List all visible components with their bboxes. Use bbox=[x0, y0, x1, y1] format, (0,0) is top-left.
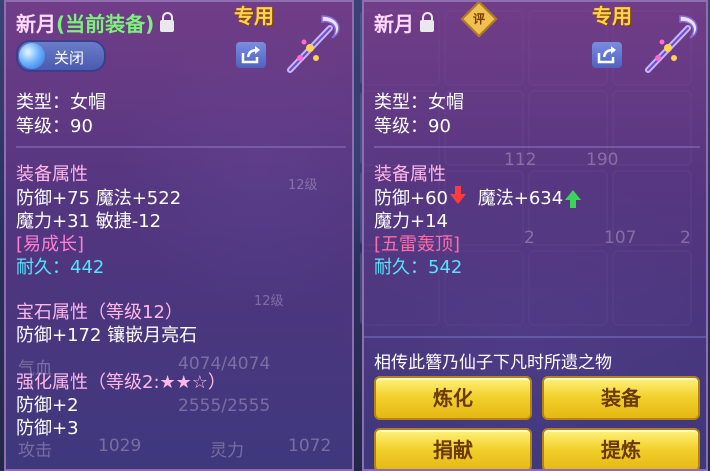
equipped-state: (当前装备) bbox=[56, 12, 155, 36]
share-button[interactable] bbox=[236, 42, 266, 68]
exclusive-label: 专用 bbox=[234, 4, 274, 28]
bg-number: 190 bbox=[586, 150, 619, 170]
refine-button[interactable]: 炼化 bbox=[374, 376, 532, 420]
bg-number: 112 bbox=[504, 150, 537, 170]
display-toggle[interactable]: 关闭 bbox=[16, 40, 106, 72]
share-button[interactable] bbox=[592, 42, 622, 68]
divider bbox=[374, 146, 700, 148]
current-equipment-tooltip: 气血 4074/4074 2555/2555 攻击 1029 灵力 1072 1… bbox=[4, 0, 354, 471]
bg-number: 107 bbox=[604, 228, 637, 248]
bg-spirit-value: 1072 bbox=[288, 436, 332, 456]
eval-badge-icon[interactable]: 评 bbox=[460, 2, 498, 38]
divider bbox=[364, 336, 706, 338]
item-type: 类型：女帽 bbox=[16, 92, 106, 113]
hairpin-icon bbox=[645, 15, 698, 73]
item-level: 等级：90 bbox=[16, 116, 93, 137]
item-description: 相传此簪乃仙子下凡时所遗之物 bbox=[374, 353, 612, 373]
arrow-up-icon bbox=[565, 190, 582, 208]
divider bbox=[16, 146, 346, 148]
extract-button[interactable]: 提炼 bbox=[542, 428, 700, 469]
share-icon bbox=[241, 46, 260, 64]
lock-icon[interactable] bbox=[420, 12, 434, 32]
hairpin-icon bbox=[287, 15, 340, 73]
compare-equipment-tooltip: 112 190 2 107 2 新月 评 专用 类型：女帽 等级：90 装备属性… bbox=[362, 0, 708, 471]
attr-defense: 防御+60 bbox=[374, 188, 448, 209]
exclusive-label: 专用 bbox=[592, 4, 632, 28]
item-type: 类型：女帽 bbox=[374, 92, 464, 113]
enhance-line-2: 防御+3 bbox=[16, 418, 79, 439]
attr-magic: 魔法+634 bbox=[477, 188, 564, 209]
bg-level-box-1: 12级 bbox=[288, 178, 318, 193]
equip-attr-title: 装备属性 bbox=[374, 164, 446, 185]
item-level: 等级：90 bbox=[374, 116, 451, 137]
toggle-knob-icon bbox=[19, 43, 45, 69]
arrow-down-icon bbox=[450, 186, 466, 204]
bg-level-box-2: 12级 bbox=[254, 294, 284, 309]
bg-number: 2 bbox=[680, 228, 691, 248]
item-name: 新月 bbox=[374, 12, 414, 36]
item-name: 新月 bbox=[16, 12, 56, 36]
item-title: 新月(当前装备) bbox=[16, 8, 175, 37]
durability: 耐久：542 bbox=[374, 257, 463, 278]
eval-badge-label: 评 bbox=[472, 12, 485, 26]
donate-button[interactable]: 捐献 bbox=[374, 428, 532, 469]
bg-mp-value: 2555/2555 bbox=[178, 396, 271, 416]
share-icon bbox=[597, 46, 616, 64]
equip-attr-title: 装备属性 bbox=[16, 164, 88, 185]
toggle-label: 关闭 bbox=[54, 49, 85, 67]
bg-number: 2 bbox=[524, 228, 535, 248]
game-screen: 气血 4074/4074 2555/2555 攻击 1029 灵力 1072 1… bbox=[0, 0, 710, 471]
item-title: 新月 bbox=[374, 8, 434, 37]
bg-spirit-label: 灵力 bbox=[210, 441, 244, 461]
gem-attr-line: 防御+172 镶嵌月亮石 bbox=[16, 325, 198, 346]
lock-icon[interactable] bbox=[160, 12, 175, 32]
durability: 耐久：442 bbox=[16, 257, 105, 278]
bg-attack-value: 1029 bbox=[98, 436, 142, 456]
equip-button[interactable]: 装备 bbox=[542, 376, 700, 420]
